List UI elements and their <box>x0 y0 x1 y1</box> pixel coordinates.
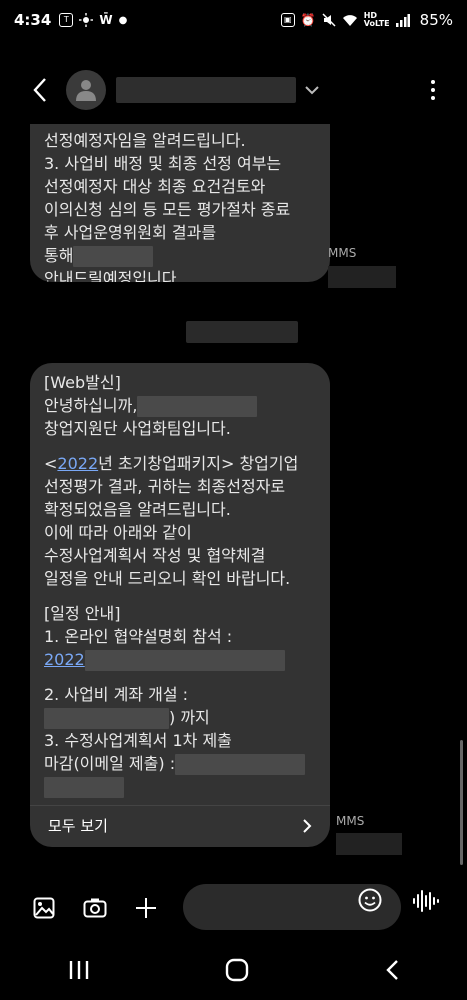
message-line: 후 사업운영위원회 결과를 <box>44 223 217 242</box>
lock-icon: ▣ <box>280 13 295 27</box>
voice-input-button[interactable] <box>412 890 440 916</box>
message-line: 2. 사업비 계좌 개설 : <box>44 685 189 704</box>
more-options-button[interactable] <box>423 75 443 105</box>
status-bar: 4:34 T W̄ ● ▣ ⏰ HD VoLTE 85% <box>0 0 467 40</box>
redacted-text <box>44 777 124 798</box>
date-link[interactable]: 2022 <box>44 650 85 669</box>
avatar[interactable] <box>66 70 106 110</box>
recent-apps-button[interactable] <box>68 960 90 984</box>
message-line: 3. 사업비 배정 및 최종 선정 여부는 <box>44 154 282 173</box>
message-line: 선정예정자임을 알려드립니다. <box>44 131 246 150</box>
message-line: 마감(이메일 제출) : <box>44 752 316 775</box>
camera-button[interactable] <box>75 888 115 928</box>
chevron-down-icon[interactable] <box>304 85 320 95</box>
date-divider-redacted <box>186 321 298 343</box>
navigation-bar <box>0 944 467 1000</box>
message-line: ) 까지 <box>44 706 316 729</box>
more-vert-icon <box>431 80 435 100</box>
message-line: 안내드릴예정입니다. <box>44 269 182 282</box>
message-line: [일정 안내] <box>44 604 121 623</box>
message-line: 일정을 안내 드리오니 확인 바랍니다. <box>44 569 291 588</box>
message-bubble[interactable]: [Web발신] 안녕하십니까, 창업지원단 사업화팀입니다. <2022년 초기… <box>30 363 330 847</box>
voice-icon <box>413 890 439 912</box>
redacted-text <box>73 246 154 267</box>
mute-icon <box>322 13 336 27</box>
contact-name-redacted[interactable] <box>116 77 296 103</box>
talk-icon: T <box>59 13 74 27</box>
chevron-right-icon <box>303 818 312 833</box>
person-icon <box>76 80 96 101</box>
message-line: 3. 수정사업계획서 1차 제출 <box>44 731 232 750</box>
timestamp-redacted <box>328 266 396 288</box>
plus-icon <box>136 898 156 918</box>
mms-label: MMS <box>336 814 365 828</box>
nav-back-button[interactable] <box>385 959 399 985</box>
back-button[interactable] <box>20 70 60 110</box>
gallery-icon <box>33 897 55 919</box>
message-line: 확정되었음을 알려드립니다. <box>44 500 231 519</box>
add-attachment-button[interactable] <box>126 888 166 928</box>
back-arrow-icon <box>33 78 46 102</box>
message-bubble[interactable]: 선정예정자임을 알려드립니다. 3. 사업비 배정 및 최종 선정 여부는 선정… <box>30 124 330 282</box>
message-line: 안녕하십니까, <box>44 394 316 417</box>
message-line: 2022 <box>44 648 316 671</box>
gallery-button[interactable] <box>24 888 64 928</box>
redacted-text <box>44 708 169 729</box>
status-time: 4:34 <box>14 11 52 29</box>
emoji-icon <box>358 888 382 912</box>
notification-icons: T W̄ ● <box>59 13 127 27</box>
battery-level: 85% <box>419 11 453 29</box>
message-line: 선정예정자 대상 최종 요건검토와 <box>44 177 266 196</box>
wifi-icon <box>342 14 357 26</box>
nav-back-icon <box>386 960 398 980</box>
message-line: 이의신청 심의 등 모든 평가절차 종료 <box>44 200 291 219</box>
redacted-text <box>175 754 306 775</box>
message-composer <box>0 880 467 936</box>
alarm-icon: ⏰ <box>300 13 316 27</box>
message-line: 수정사업계획서 작성 및 협약체결 <box>44 546 266 565</box>
scrollbar[interactable] <box>460 740 463 865</box>
message-line: 1. 온라인 협약설명회 참석 : <box>44 627 233 646</box>
sun-icon <box>79 13 94 27</box>
system-icons: ▣ ⏰ HD VoLTE 85% <box>280 11 453 29</box>
w-icon: W̄ <box>99 13 113 27</box>
recent-apps-icon <box>69 961 89 979</box>
redacted-text <box>137 396 258 417</box>
hd-icon: HD VoLTE <box>363 11 390 28</box>
see-all-button[interactable]: 모두 보기 <box>30 805 330 845</box>
timestamp-redacted <box>336 833 402 855</box>
home-icon <box>226 958 249 982</box>
camera-icon <box>83 898 107 918</box>
message-line: <2022년 초기창업패키지> 창업기업 <box>44 454 299 473</box>
message-line: 이에 따라 아래와 같이 <box>44 523 192 542</box>
mms-label: MMS <box>328 246 357 260</box>
date-link[interactable]: 2022 <box>57 454 98 473</box>
redacted-text <box>84 650 285 671</box>
conversation-header <box>0 60 467 120</box>
signal-icon <box>395 13 410 27</box>
message-line: [Web발신] <box>44 373 121 392</box>
dot-icon: ● <box>118 14 128 26</box>
message-line: 통해 <box>44 244 316 267</box>
emoji-button[interactable] <box>358 888 382 916</box>
home-button[interactable] <box>225 958 249 986</box>
message-line <box>44 775 316 798</box>
message-line: 선정평가 결과, 귀하는 최종선정자로 <box>44 477 286 496</box>
see-all-label: 모두 보기 <box>48 817 108 835</box>
message-line: 창업지원단 사업화팀입니다. <box>44 419 231 438</box>
